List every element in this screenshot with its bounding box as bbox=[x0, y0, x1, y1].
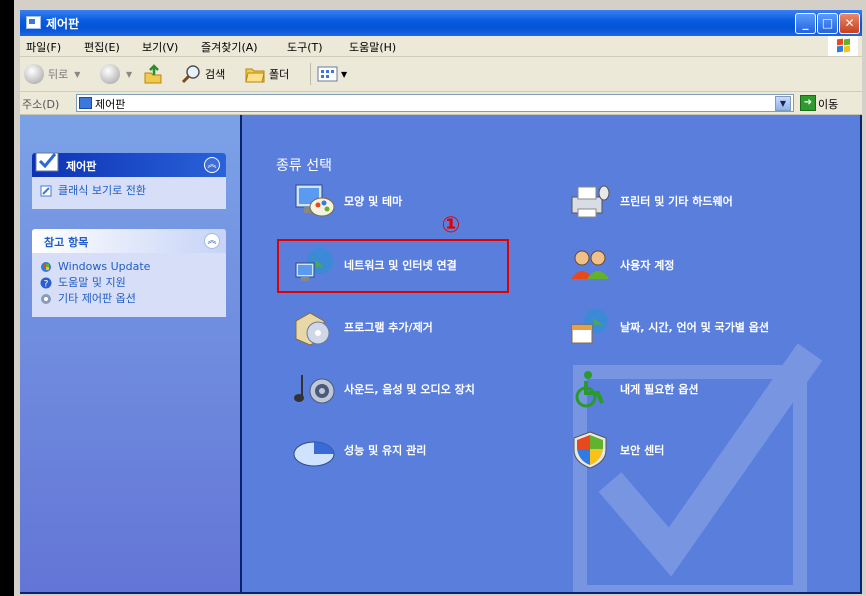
back-button[interactable]: 뒤로 ▼ bbox=[24, 63, 80, 85]
appearance-and-themes-label: 모양 및 테마 bbox=[344, 195, 403, 208]
pick-a-category-heading: 종류 선택 bbox=[276, 158, 332, 174]
other-control-panel-options-link[interactable]: 기타 제어판 옵션 bbox=[32, 291, 226, 307]
toolbar: 뒤로 ▼ ▼ 검색 폴더 ▼ bbox=[20, 57, 862, 92]
security-center-shield-icon bbox=[568, 430, 612, 470]
other-control-panel-options-label: 기타 제어판 옵션 bbox=[58, 292, 136, 305]
go-label: 이동 bbox=[818, 98, 839, 111]
category-date-time-language-and-regional-options[interactable]: 날짜, 시간, 언어 및 국가별 옵션 bbox=[568, 307, 769, 347]
folders-icon bbox=[245, 68, 265, 83]
printers-and-hardware-icon bbox=[568, 181, 612, 221]
add-or-remove-programs-icon bbox=[292, 307, 336, 347]
window-title: 제어판 bbox=[46, 17, 80, 31]
windows-logo-icon bbox=[828, 36, 858, 56]
performance-and-maintenance-icon bbox=[292, 430, 336, 470]
switch-to-classic-view-link[interactable]: 클래식 보기로 전환 bbox=[32, 183, 226, 199]
menu-view[interactable]: 보기(V) bbox=[142, 39, 178, 55]
menu-file[interactable]: 파일(F) bbox=[26, 39, 61, 55]
address-label: 주소(D) bbox=[22, 98, 60, 111]
annotation-number: ① bbox=[441, 213, 461, 238]
help-and-support-link[interactable]: ? 도움말 및 지원 bbox=[32, 275, 226, 291]
back-arrow-icon bbox=[24, 64, 44, 84]
views-dropdown-icon: ▼ bbox=[341, 69, 348, 79]
menu-bar: 파일(F) 편집(E) 보기(V) 즐겨찾기(A) 도구(T) 도움말(H) bbox=[20, 36, 862, 57]
title-bar[interactable]: 제어판 _ □ ✕ bbox=[20, 10, 862, 36]
control-panel-icon bbox=[35, 152, 59, 172]
performance-and-maintenance-label: 성능 및 유지 관리 bbox=[344, 444, 427, 457]
go-button[interactable]: ➜ 이동 bbox=[800, 95, 856, 111]
svg-text:?: ? bbox=[44, 280, 49, 290]
date-time-language-label: 날짜, 시간, 언어 및 국가별 옵션 bbox=[620, 321, 769, 334]
see-also-pane: 참고 항목 ︽ Windows Update ? 도움말 및 지원 기타 제어판… bbox=[32, 229, 226, 317]
search-label: 검색 bbox=[205, 68, 226, 81]
windows-update-link[interactable]: Windows Update bbox=[32, 259, 226, 275]
control-panel-pane-title: 제어판 bbox=[66, 160, 97, 173]
help-icon: ? bbox=[40, 277, 52, 289]
forward-button[interactable]: ▼ bbox=[100, 63, 132, 85]
gear-icon bbox=[41, 294, 51, 304]
sounds-and-audio-icon bbox=[292, 369, 336, 409]
search-button[interactable]: 검색 bbox=[180, 63, 225, 85]
control-panel-icon bbox=[26, 16, 41, 29]
category-view: 종류 선택 모양 및 테마 네트워크 및 인터넷 연결 프로그램 추가/제거 사 bbox=[242, 115, 860, 592]
folders-label: 폴더 bbox=[269, 68, 290, 81]
category-printers-and-other-hardware[interactable]: 프린터 및 기타 하드웨어 bbox=[568, 181, 733, 221]
category-security-center[interactable]: 보안 센터 bbox=[568, 430, 664, 470]
maximize-button[interactable]: □ bbox=[817, 13, 838, 34]
help-and-support-label: 도움말 및 지원 bbox=[58, 276, 126, 289]
control-panel-pane: 제어판 ︽ 클래식 보기로 전환 bbox=[32, 152, 226, 209]
see-also-pane-title: 참고 항목 bbox=[44, 236, 89, 249]
security-center-label: 보안 센터 bbox=[620, 444, 665, 457]
category-add-or-remove-programs[interactable]: 프로그램 추가/제거 bbox=[292, 307, 433, 347]
accessibility-icon bbox=[568, 369, 612, 409]
category-accessibility-options[interactable]: 내게 필요한 옵션 bbox=[568, 369, 699, 409]
collapse-chevron-icon[interactable]: ︽ bbox=[204, 233, 220, 249]
back-dropdown-icon[interactable]: ▼ bbox=[74, 70, 80, 79]
category-performance-and-maintenance[interactable]: 성능 및 유지 관리 bbox=[292, 430, 426, 470]
search-icon bbox=[181, 65, 200, 84]
category-appearance-and-themes[interactable]: 모양 및 테마 bbox=[292, 181, 402, 221]
classic-view-icon bbox=[40, 185, 52, 197]
control-panel-pane-header[interactable]: 제어판 ︽ bbox=[32, 152, 226, 177]
folders-button[interactable]: 폴더 bbox=[244, 63, 289, 85]
views-icon bbox=[317, 66, 338, 82]
category-user-accounts[interactable]: 사용자 계정 bbox=[568, 245, 674, 285]
up-folder-button[interactable] bbox=[142, 63, 164, 85]
address-input[interactable]: 제어판 ▼ bbox=[76, 94, 794, 112]
back-label: 뒤로 bbox=[48, 68, 69, 81]
see-also-pane-header[interactable]: 참고 항목 ︽ bbox=[32, 229, 226, 253]
task-pane: 제어판 ︽ 클래식 보기로 전환 참고 항목 ︽ Windows Update bbox=[20, 115, 240, 592]
windows-update-icon bbox=[41, 262, 51, 272]
sounds-and-audio-label: 사운드, 음성 및 오디오 장치 bbox=[344, 383, 475, 396]
views-button[interactable]: ▼ bbox=[310, 63, 347, 85]
control-panel-icon bbox=[79, 97, 92, 109]
close-button[interactable]: ✕ bbox=[839, 13, 860, 34]
user-accounts-label: 사용자 계정 bbox=[620, 259, 675, 272]
menu-tools[interactable]: 도구(T) bbox=[287, 39, 323, 55]
add-or-remove-programs-label: 프로그램 추가/제거 bbox=[344, 321, 433, 334]
windows-update-label: Windows Update bbox=[58, 260, 151, 273]
forward-dropdown-icon[interactable]: ▼ bbox=[126, 70, 132, 79]
annotation-highlight-box bbox=[277, 239, 509, 293]
category-sounds-speech-and-audio-devices[interactable]: 사운드, 음성 및 오디오 장치 bbox=[292, 369, 475, 409]
go-arrow-icon: ➜ bbox=[800, 95, 816, 111]
accessibility-label: 내게 필요한 옵션 bbox=[620, 383, 699, 396]
collapse-chevron-icon[interactable]: ︽ bbox=[204, 157, 220, 173]
menu-favorites[interactable]: 즐겨찾기(A) bbox=[201, 39, 258, 55]
appearance-and-themes-icon bbox=[292, 181, 336, 221]
switch-to-classic-view-label: 클래식 보기로 전환 bbox=[58, 184, 146, 197]
address-dropdown-icon[interactable]: ▼ bbox=[775, 96, 791, 111]
date-time-language-icon bbox=[568, 307, 612, 347]
control-panel-window: 제어판 _ □ ✕ 파일(F) 편집(E) 보기(V) 즐겨찾기(A) 도구(T… bbox=[20, 10, 862, 594]
up-folder-icon bbox=[144, 64, 162, 84]
printers-and-hardware-label: 프린터 및 기타 하드웨어 bbox=[620, 195, 733, 208]
user-accounts-icon bbox=[568, 245, 612, 285]
address-value: 제어판 bbox=[95, 98, 126, 111]
minimize-button[interactable]: _ bbox=[795, 13, 816, 34]
forward-arrow-icon bbox=[100, 64, 120, 84]
menu-help[interactable]: 도움말(H) bbox=[349, 39, 396, 55]
menu-edit[interactable]: 편집(E) bbox=[84, 39, 120, 55]
address-bar: 주소(D) 제어판 ▼ ➜ 이동 bbox=[20, 92, 862, 115]
